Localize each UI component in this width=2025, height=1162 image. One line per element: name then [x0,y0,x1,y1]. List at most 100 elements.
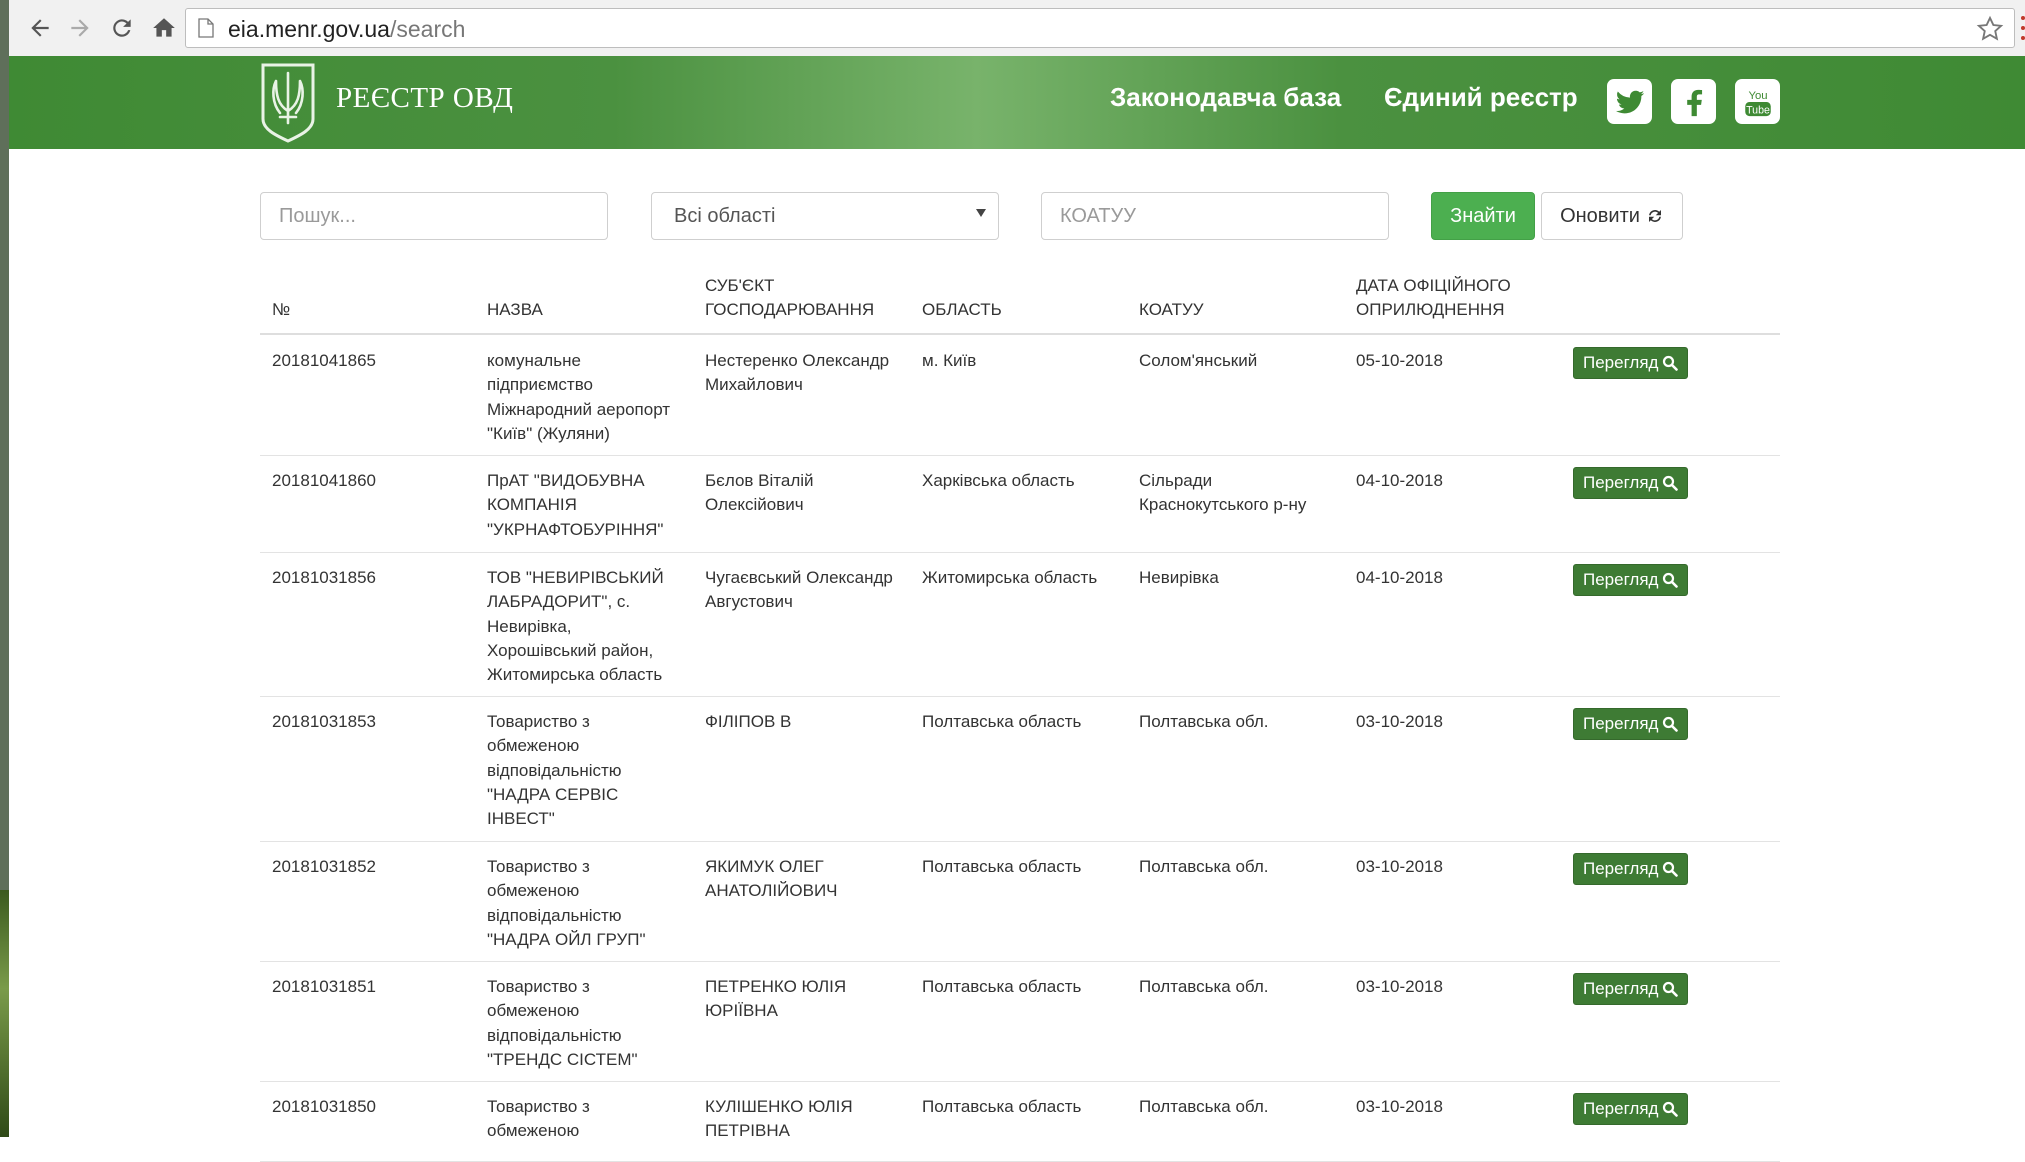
view-button[interactable]: Перегляд [1573,973,1689,1005]
cell-name: Товариство з обмеженою відповідальністю "НА… [487,712,622,829]
cell-num: 20181041865 [272,351,377,370]
view-button[interactable]: Перегляд [1573,853,1689,885]
desktop-wallpaper [0,890,9,1137]
cell-region: Полтавська область [922,977,1082,996]
koatuu-input[interactable] [1042,193,1388,239]
cell-date: 03-10-2018 [1356,857,1443,876]
svg-text:Tube: Tube [1746,104,1770,116]
cell-subject: Бєлов Віталій Олексійович [705,471,814,515]
view-button-label: Перегляд [1583,353,1659,372]
cell-subject: КУЛІШЕНКО ЮЛІЯ ПЕТРІВНА [705,1097,853,1141]
cell-name: Товариство з обмеженою відповідальністю "НА… [487,857,646,949]
region-select[interactable]: Всі області [651,192,999,240]
search-input-wrapper [260,192,608,240]
site-header: РЕЄСТР ОВД Законодавча база Єдиний реєст… [9,56,2025,149]
facebook-icon[interactable] [1671,79,1716,124]
cell-name: ТОВ "НЕВИРІВСЬКИЙ ЛАБРАДОРИТ", с. Невирівк… [487,568,664,685]
table-row: 20181041865 комунальне підприємство Міжнаро… [260,335,1780,456]
desktop-edge [0,0,9,1137]
cell-num: 20181041860 [272,471,377,490]
cell-num: 20181031853 [272,712,377,731]
cell-region: Житомирська область [922,568,1098,587]
cell-subject: Чугаєвський Олександр Августович [705,568,893,612]
browser-toolbar: eia.menr.gov.ua/search [9,0,2025,57]
col-header-num: № [272,300,291,319]
view-button-label: Перегляд [1583,979,1659,998]
coat-of-arms-logo[interactable] [259,61,317,143]
view-button[interactable]: Перегляд [1573,564,1689,596]
bookmark-star-icon[interactable] [1976,15,2004,43]
magnifier-icon [1663,475,1679,491]
cell-date: 03-10-2018 [1356,712,1443,731]
region-select-value: Всі області [674,205,776,227]
cell-koatuu: Сільради Краснокутського р-ну [1139,471,1307,515]
cell-num: 20181031851 [272,977,377,996]
view-button[interactable]: Перегляд [1573,347,1689,379]
twitter-icon[interactable] [1607,79,1652,124]
site-title[interactable]: РЕЄСТР ОВД [336,82,513,115]
col-header-date: ДАТА ОФІЦІЙНОГО ОПРИЛЮДНЕННЯ [1356,276,1511,319]
youtube-icon[interactable]: You Tube [1735,79,1780,124]
address-bar[interactable]: eia.menr.gov.ua/search [185,8,2015,48]
page-icon [198,18,214,38]
table-row: 20181031856 ТОВ "НЕВИРІВСЬКИЙ ЛАБРАДОРИТ",… [260,552,1780,697]
cell-name: комунальне підприємство Міжнародний аеропо… [487,351,671,443]
col-header-subject: СУБ'ЄКТ ГОСПОДАРЮВАННЯ [705,276,875,319]
magnifier-icon [1663,716,1679,732]
find-button[interactable]: Знайти [1431,192,1535,240]
view-button[interactable]: Перегляд [1573,467,1689,499]
table-row: 20181031850 Товариство з обмеженою КУЛІШЕНК… [260,1081,1780,1162]
nav-legislation[interactable]: Законодавча база [1110,82,1341,113]
col-header-koatuu: КОАТУУ [1139,300,1204,319]
magnifier-icon [1663,355,1679,371]
magnifier-icon [1663,981,1679,997]
cell-name: ПрАТ "ВИДОБУВНА КОМПАНІЯ "УКРНАФТОБУРІННЯ" [487,471,664,539]
cell-region: Полтавська область [922,857,1082,876]
forward-icon[interactable] [62,10,98,46]
col-header-region: ОБЛАСТЬ [922,300,1002,319]
cell-koatuu: Полтавська обл. [1139,977,1269,996]
cell-date: 04-10-2018 [1356,471,1443,490]
nav-unified-registry[interactable]: Єдиний реєстр [1384,82,1578,113]
view-button[interactable]: Перегляд [1573,708,1689,740]
cell-subject: ФІЛІПОВ В [705,712,792,731]
browser-menu-icon[interactable] [2021,14,2025,42]
magnifier-icon [1663,861,1679,877]
reload-icon[interactable] [104,10,140,46]
svg-text:You: You [1748,90,1767,102]
view-button-label: Перегляд [1583,859,1659,878]
cell-num: 20181031852 [272,857,377,876]
table-row: 20181031852 Товариство з обмеженою відповід… [260,841,1780,962]
find-button-label: Знайти [1450,204,1516,227]
table-row: 20181031853 Товариство з обмеженою відповід… [260,696,1780,842]
magnifier-icon [1663,572,1679,588]
magnifier-icon [1663,1101,1679,1117]
view-button-label: Перегляд [1583,473,1659,492]
cell-name: Товариство з обмеженою відповідальністю "ТР… [487,977,638,1069]
col-header-name: НАЗВА [487,300,543,319]
refresh-button-label: Оновити [1560,204,1640,227]
cell-subject: Нестеренко Олександр Михайлович [705,351,890,395]
cell-koatuu: Невирівка [1139,568,1219,587]
view-button-label: Перегляд [1583,1099,1659,1118]
cell-name: Товариство з обмеженою [487,1097,590,1141]
cell-subject: ЯКИМУК ОЛЕГ АНАТОЛІЙОВИЧ [705,857,838,901]
back-icon[interactable] [22,10,58,46]
home-icon[interactable] [146,10,182,46]
view-button[interactable]: Перегляд [1573,1093,1689,1125]
cell-num: 20181031850 [272,1097,377,1116]
view-button-label: Перегляд [1583,570,1659,589]
table-row: 20181041860 ПрАТ "ВИДОБУВНА КОМПАНІЯ "УКРНА… [260,455,1780,553]
cell-koatuu: Полтавська обл. [1139,857,1269,876]
table-row: 20181031851 Товариство з обмеженою відповід… [260,961,1780,1082]
cell-date: 04-10-2018 [1356,568,1443,587]
cell-koatuu: Полтавська обл. [1139,712,1269,731]
refresh-icon [1648,210,1661,222]
url-text: eia.menr.gov.ua/search [228,16,466,42]
cell-region: Полтавська область [922,1097,1082,1116]
search-input[interactable] [261,193,607,239]
koatuu-input-wrapper [1041,192,1389,240]
refresh-button[interactable]: Оновити [1541,192,1683,240]
cell-region: м. Київ [922,351,977,370]
cell-date: 03-10-2018 [1356,977,1443,996]
